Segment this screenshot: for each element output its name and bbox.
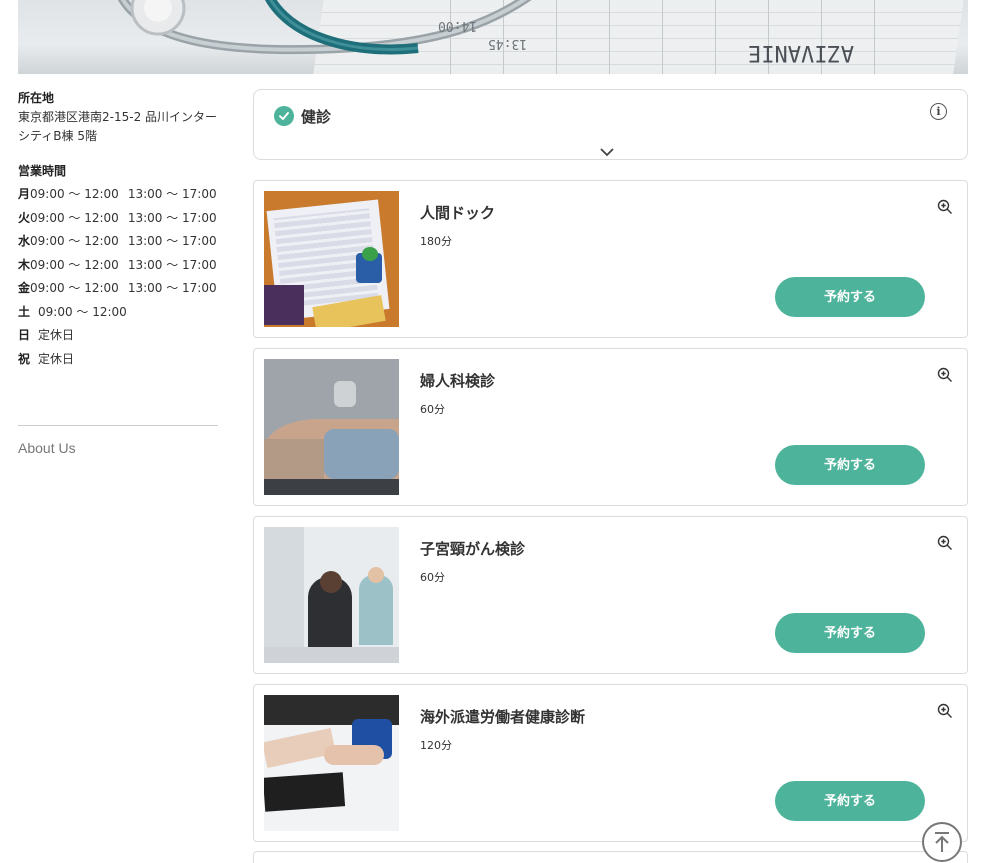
hours-slot: 定休日 — [38, 328, 75, 343]
hours-slot: 定休日 — [38, 351, 75, 366]
course-card — [253, 851, 968, 863]
hours-table: 月 09:00 〜 12:00 13:00 〜 17:00 火 09:00 〜 … — [18, 182, 218, 370]
course-image — [264, 695, 399, 831]
hours-day: 木 — [18, 257, 31, 272]
course-duration: 60分 — [420, 403, 445, 416]
hours-slot: 13:00 〜 17:00 — [127, 234, 217, 249]
sidebar-divider — [18, 425, 218, 426]
hours-day: 日 — [18, 328, 31, 343]
hours-day: 水 — [18, 234, 31, 249]
hours-row: 金 09:00 〜 12:00 13:00 〜 17:00 — [18, 276, 218, 300]
hours-row: 火 09:00 〜 12:00 13:00 〜 17:00 — [18, 206, 218, 230]
hours-day: 土 — [18, 304, 31, 319]
course-image — [264, 191, 399, 327]
reserve-button[interactable]: 予約する — [775, 613, 925, 653]
hours-day: 月 — [18, 187, 31, 202]
hero-banner-image: 14:00 13:45 AZIVANIE — [18, 0, 968, 74]
hours-heading: 営業時間 — [18, 164, 67, 178]
hours-row: 木 09:00 〜 12:00 13:00 〜 17:00 — [18, 253, 218, 277]
clinic-info-sidebar: 所在地 東京都港区港南2-15-2 品川インターシティB棟 5階 営業時間 月 … — [18, 89, 218, 370]
course-duration: 180分 — [420, 235, 452, 248]
course-image — [264, 359, 399, 495]
hours-row: 土 09:00 〜 12:00 — [18, 300, 218, 324]
category-title: 健診 — [301, 108, 332, 126]
zoom-in-icon[interactable] — [937, 703, 953, 723]
reserve-button[interactable]: 予約する — [775, 277, 925, 317]
hours-slot: 09:00 〜 12:00 — [38, 304, 127, 319]
course-duration: 60分 — [420, 571, 445, 584]
course-card: 子宮頸がん検診 60分 予約する — [253, 516, 968, 674]
reserve-button[interactable]: 予約する — [775, 781, 925, 821]
reserve-button[interactable]: 予約する — [775, 445, 925, 485]
about-us-link[interactable]: About Us — [18, 440, 76, 456]
hours-row: 水 09:00 〜 12:00 13:00 〜 17:00 — [18, 229, 218, 253]
hours-slot: 13:00 〜 17:00 — [127, 257, 217, 272]
course-card: 人間ドック 180分 予約する — [253, 180, 968, 338]
hours-slot: 13:00 〜 17:00 — [127, 187, 217, 202]
hours-slot: 09:00 〜 12:00 — [30, 281, 119, 296]
hours-slot: 09:00 〜 12:00 — [30, 234, 119, 249]
course-title: 人間ドック — [420, 204, 496, 222]
course-duration: 120分 — [420, 739, 452, 752]
category-panel[interactable]: 健診 i — [253, 89, 968, 160]
course-image — [264, 527, 399, 663]
scroll-to-top-button[interactable] — [922, 822, 962, 862]
hours-day: 祝 — [18, 351, 31, 366]
chevron-down-icon[interactable] — [599, 142, 615, 161]
info-icon[interactable]: i — [930, 103, 947, 120]
hours-slot: 09:00 〜 12:00 — [30, 187, 119, 202]
course-card: 海外派遣労働者健康診断 120分 予約する — [253, 684, 968, 842]
location-heading: 所在地 — [18, 91, 55, 105]
hours-day: 火 — [18, 210, 31, 225]
course-title: 婦人科検診 — [420, 372, 496, 390]
course-title: 子宮頸がん検診 — [420, 540, 526, 558]
hours-slot: 09:00 〜 12:00 — [30, 210, 119, 225]
zoom-in-icon[interactable] — [937, 367, 953, 387]
hours-slot: 13:00 〜 17:00 — [127, 281, 217, 296]
hours-row: 月 09:00 〜 12:00 13:00 〜 17:00 — [18, 182, 218, 206]
hours-day: 金 — [18, 281, 31, 296]
zoom-in-icon[interactable] — [937, 535, 953, 555]
course-title: 海外派遣労働者健康診断 — [420, 708, 586, 726]
hours-row: 祝 定休日 — [18, 347, 218, 371]
course-card: 婦人科検診 60分 予約する — [253, 348, 968, 506]
hours-row: 日 定休日 — [18, 323, 218, 347]
hours-slot: 09:00 〜 12:00 — [30, 257, 119, 272]
check-circle-icon — [274, 106, 294, 126]
clinic-address: 東京都港区港南2-15-2 品川インターシティB棟 5階 — [18, 110, 218, 143]
zoom-in-icon[interactable] — [937, 199, 953, 219]
hours-slot: 13:00 〜 17:00 — [127, 210, 217, 225]
